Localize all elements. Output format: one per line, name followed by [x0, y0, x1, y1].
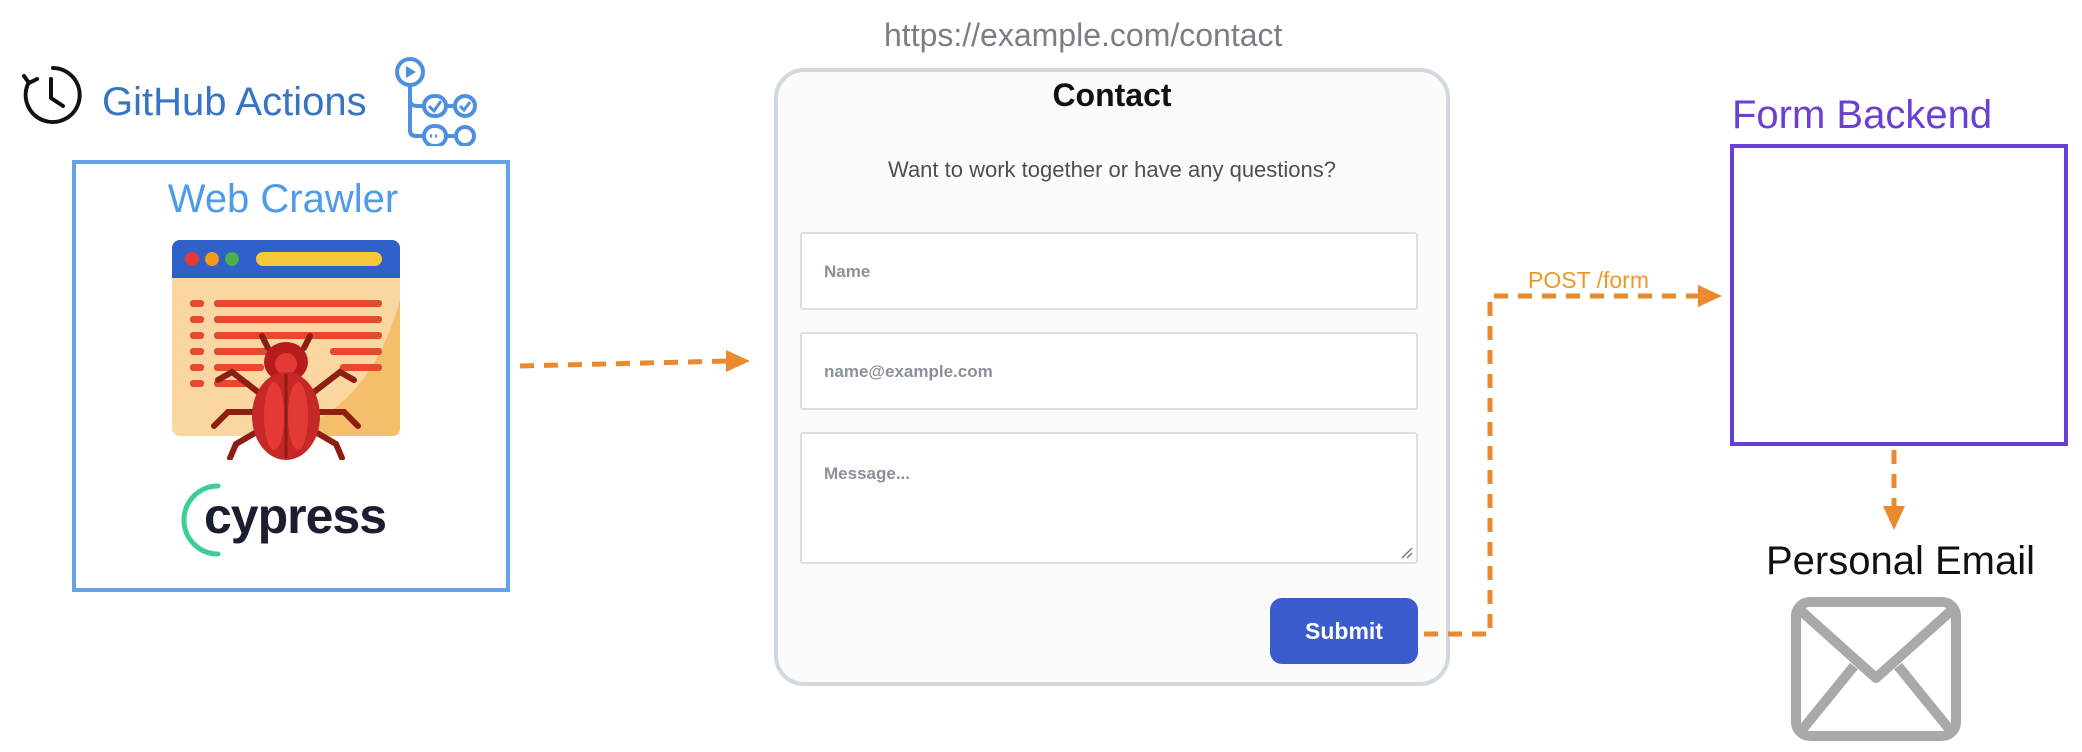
submit-to-backend-arrowhead	[1698, 285, 1722, 307]
email-placeholder: name@example.com	[824, 362, 993, 381]
name-placeholder: Name	[824, 262, 871, 281]
contact-title: Contact	[1052, 77, 1172, 113]
form-backend-box	[1730, 144, 2068, 446]
form-backend-title: Form Backend	[1732, 93, 1993, 137]
contact-url: https://example.com/contact	[884, 17, 1283, 53]
email-input[interactable]: name@example.com	[800, 332, 1418, 410]
resize-handle-icon[interactable]	[1401, 547, 1413, 559]
clock-refresh-icon	[22, 66, 82, 124]
github-actions-title: GitHub Actions	[102, 80, 367, 124]
github-actions-workflow-icon	[395, 57, 477, 146]
message-textarea[interactable]: Message...	[800, 432, 1418, 564]
message-placeholder: Message...	[824, 464, 910, 483]
crawler-to-contact-arrowhead	[726, 350, 750, 372]
browser-bug-icon	[172, 240, 400, 460]
web-crawler-title: Web Crawler	[167, 177, 399, 221]
crawler-to-contact-arrow	[519, 358, 731, 369]
submit-to-backend-arrow	[1424, 293, 1702, 637]
envelope-icon	[1791, 597, 1961, 741]
cypress-wordmark: cypress	[204, 488, 387, 544]
post-form-label: POST /form	[1528, 267, 1649, 293]
contact-subtitle: Want to work together or have any questi…	[888, 157, 1336, 182]
submit-button[interactable]: Submit	[1270, 598, 1418, 664]
name-input[interactable]: Name	[800, 232, 1418, 310]
backend-to-email-arrowhead	[1883, 506, 1905, 530]
personal-email-title: Personal Email	[1766, 539, 2036, 583]
